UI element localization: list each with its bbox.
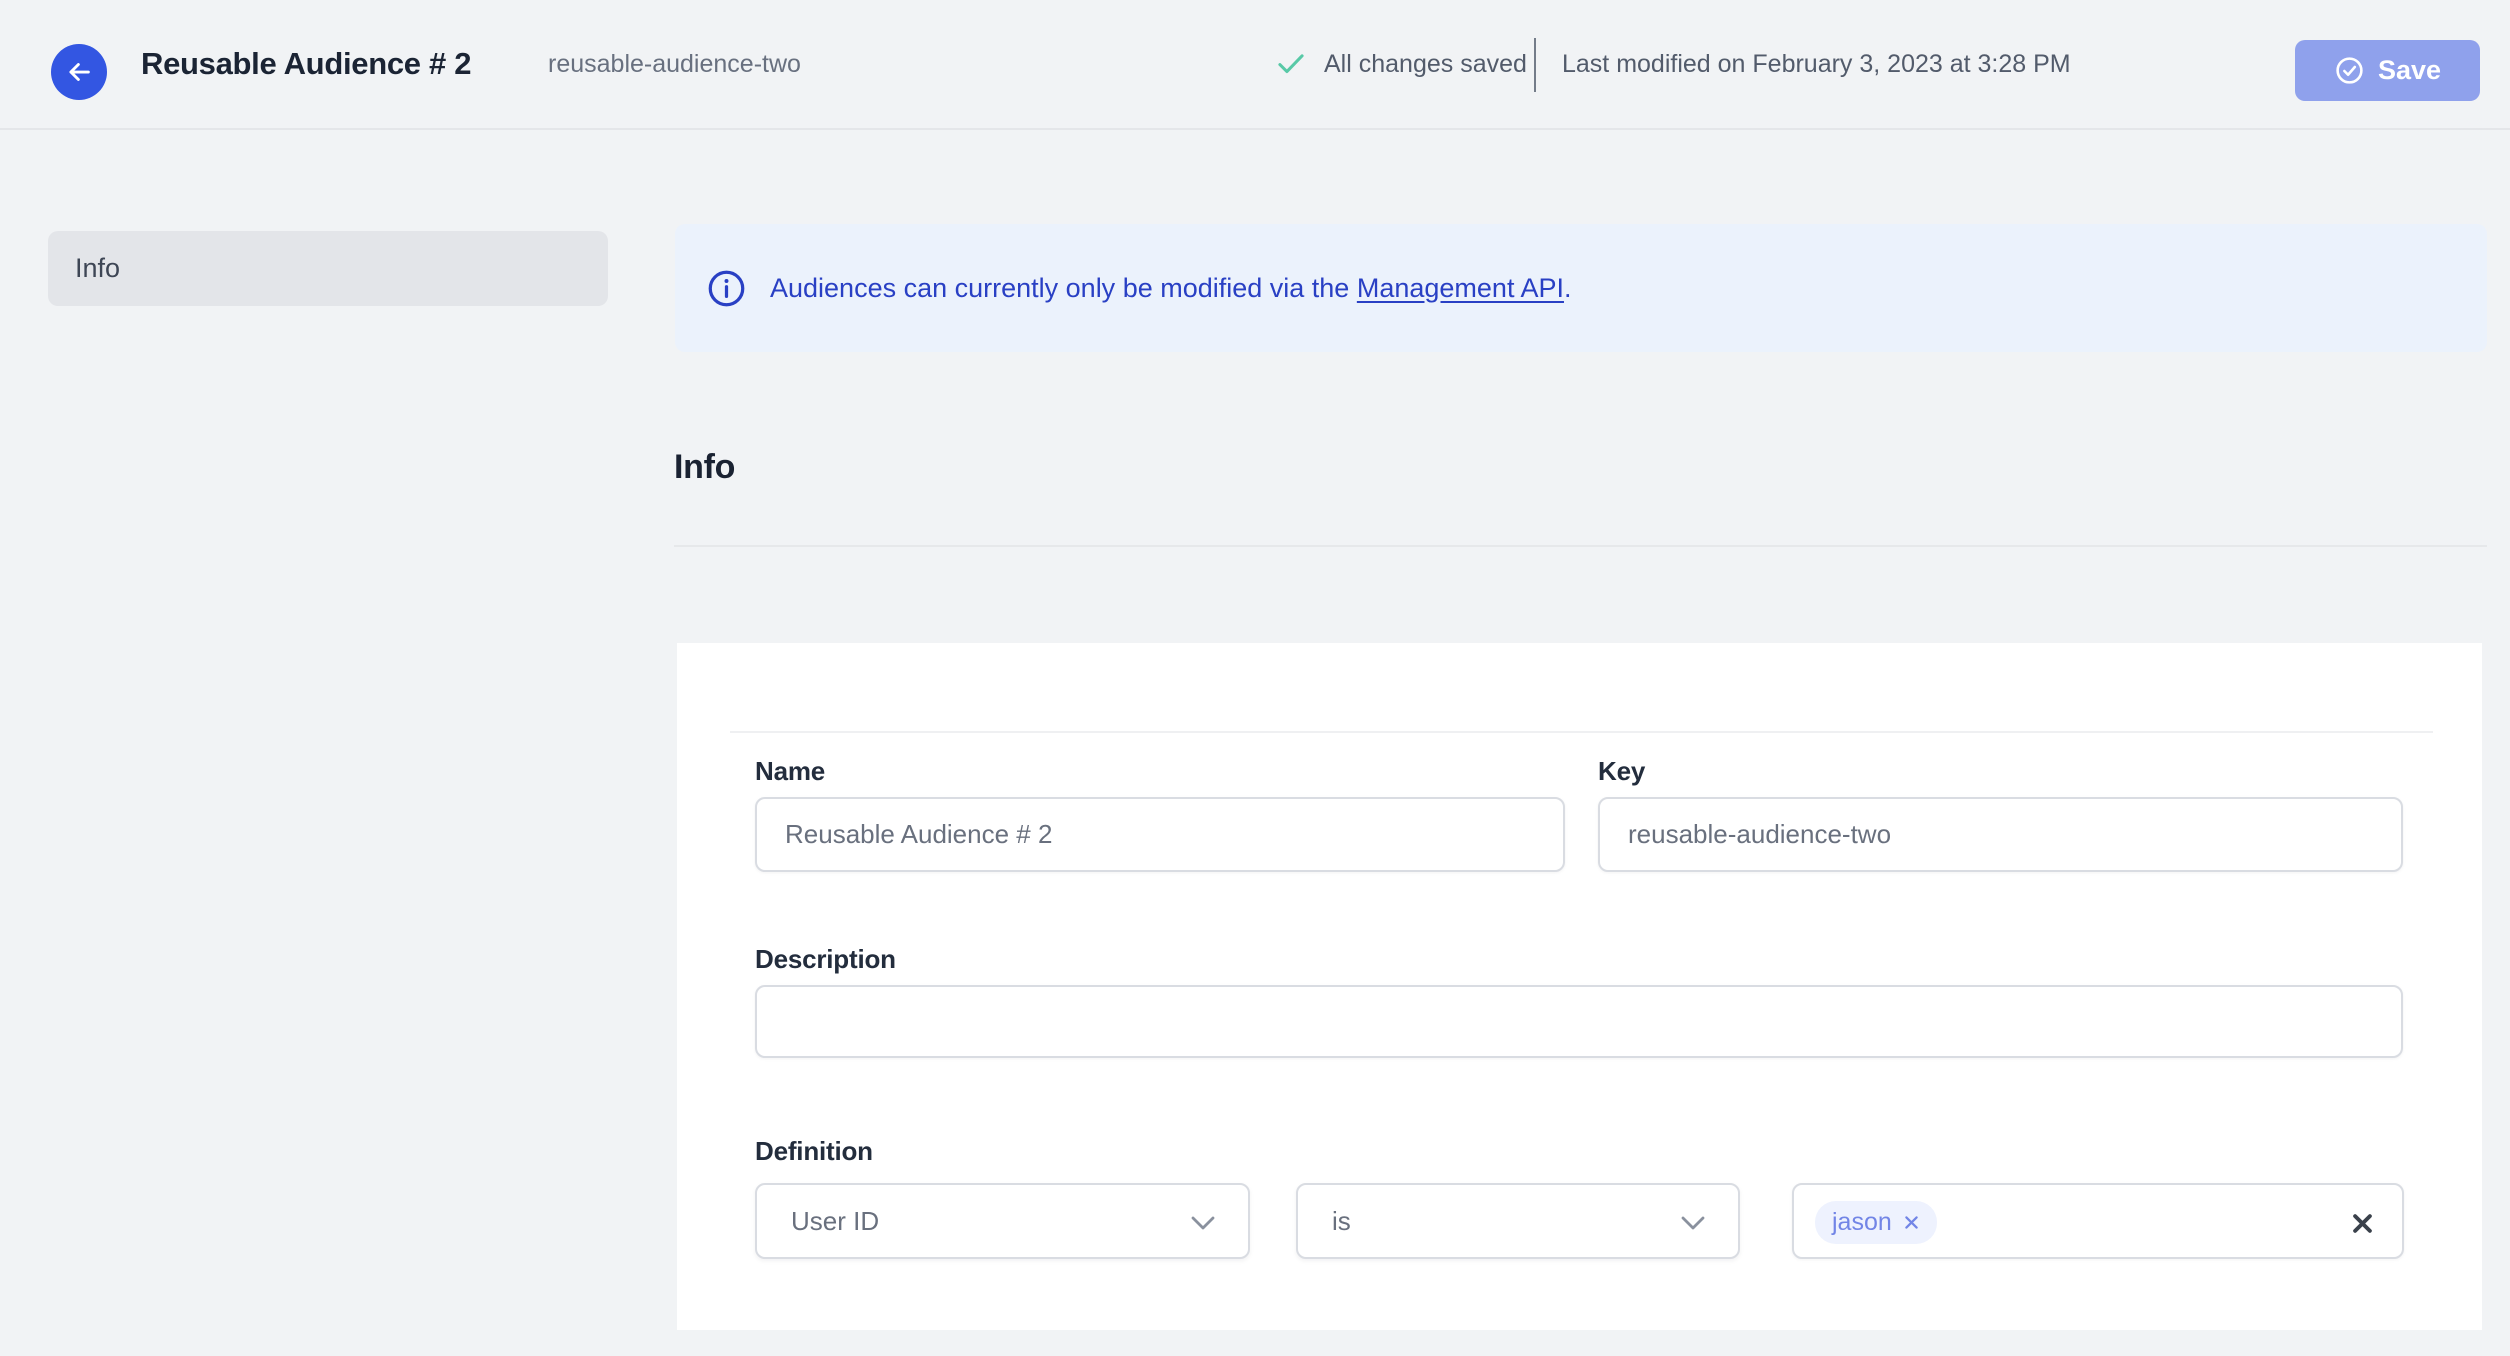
x-icon[interactable]	[1903, 1214, 1920, 1231]
clear-values-button[interactable]	[2348, 1209, 2376, 1237]
back-button[interactable]	[51, 44, 107, 100]
banner-message-suffix: .	[1563, 272, 1572, 303]
info-banner: Audiences can currently only be modified…	[675, 224, 2487, 352]
check-icon	[1277, 0, 1305, 128]
x-icon	[2350, 1211, 2375, 1236]
circle-check-icon	[2334, 55, 2365, 86]
chevron-down-icon	[1190, 1215, 1216, 1231]
value-chip[interactable]: jason	[1815, 1201, 1937, 1244]
page-title: Reusable Audience # 2	[141, 46, 472, 81]
card-top-divider	[730, 731, 2433, 733]
info-circle-icon	[706, 268, 747, 309]
key-label: Key	[1598, 756, 1646, 786]
section-divider	[674, 545, 2487, 547]
definition-label: Definition	[755, 1136, 873, 1166]
key-input[interactable]	[1598, 797, 2403, 872]
definition-values-input[interactable]: jason	[1792, 1183, 2404, 1259]
save-status-text: All changes saved	[1324, 49, 1527, 78]
description-label: Description	[755, 944, 896, 974]
value-chip-label: jason	[1832, 1208, 1892, 1236]
name-label: Name	[755, 756, 826, 786]
name-input[interactable]	[755, 797, 1565, 872]
definition-field-value: User ID	[791, 1205, 880, 1236]
definition-operator-value: is	[1332, 1205, 1351, 1236]
save-button[interactable]: Save	[2295, 40, 2480, 101]
header-divider	[1534, 38, 1536, 92]
definition-operator-select[interactable]: is	[1296, 1183, 1740, 1259]
chevron-down-icon	[1680, 1215, 1706, 1231]
sidebar-item-info[interactable]: Info	[48, 231, 608, 306]
banner-message-text: Audiences can currently only be modified…	[770, 272, 1350, 303]
info-form-card: Name Key Description Definition User ID …	[677, 643, 2482, 1330]
audience-editor-page: Reusable Audience # 2 reusable-audience-…	[0, 0, 2510, 1356]
last-modified-text: Last modified on February 3, 2023 at 3:2…	[1562, 49, 2071, 78]
definition-field-select[interactable]: User ID	[755, 1183, 1250, 1259]
arrow-left-icon	[64, 57, 94, 87]
page-subtitle-key: reusable-audience-two	[548, 49, 801, 78]
save-button-label: Save	[2377, 55, 2442, 85]
banner-message: Audiences can currently only be modified…	[770, 273, 1572, 304]
description-input[interactable]	[755, 985, 2403, 1058]
header: Reusable Audience # 2 reusable-audience-…	[0, 0, 2510, 130]
management-api-link[interactable]: Management API	[1357, 273, 1564, 303]
sidebar-item-label: Info	[75, 253, 121, 283]
section-heading: Info	[674, 448, 736, 486]
